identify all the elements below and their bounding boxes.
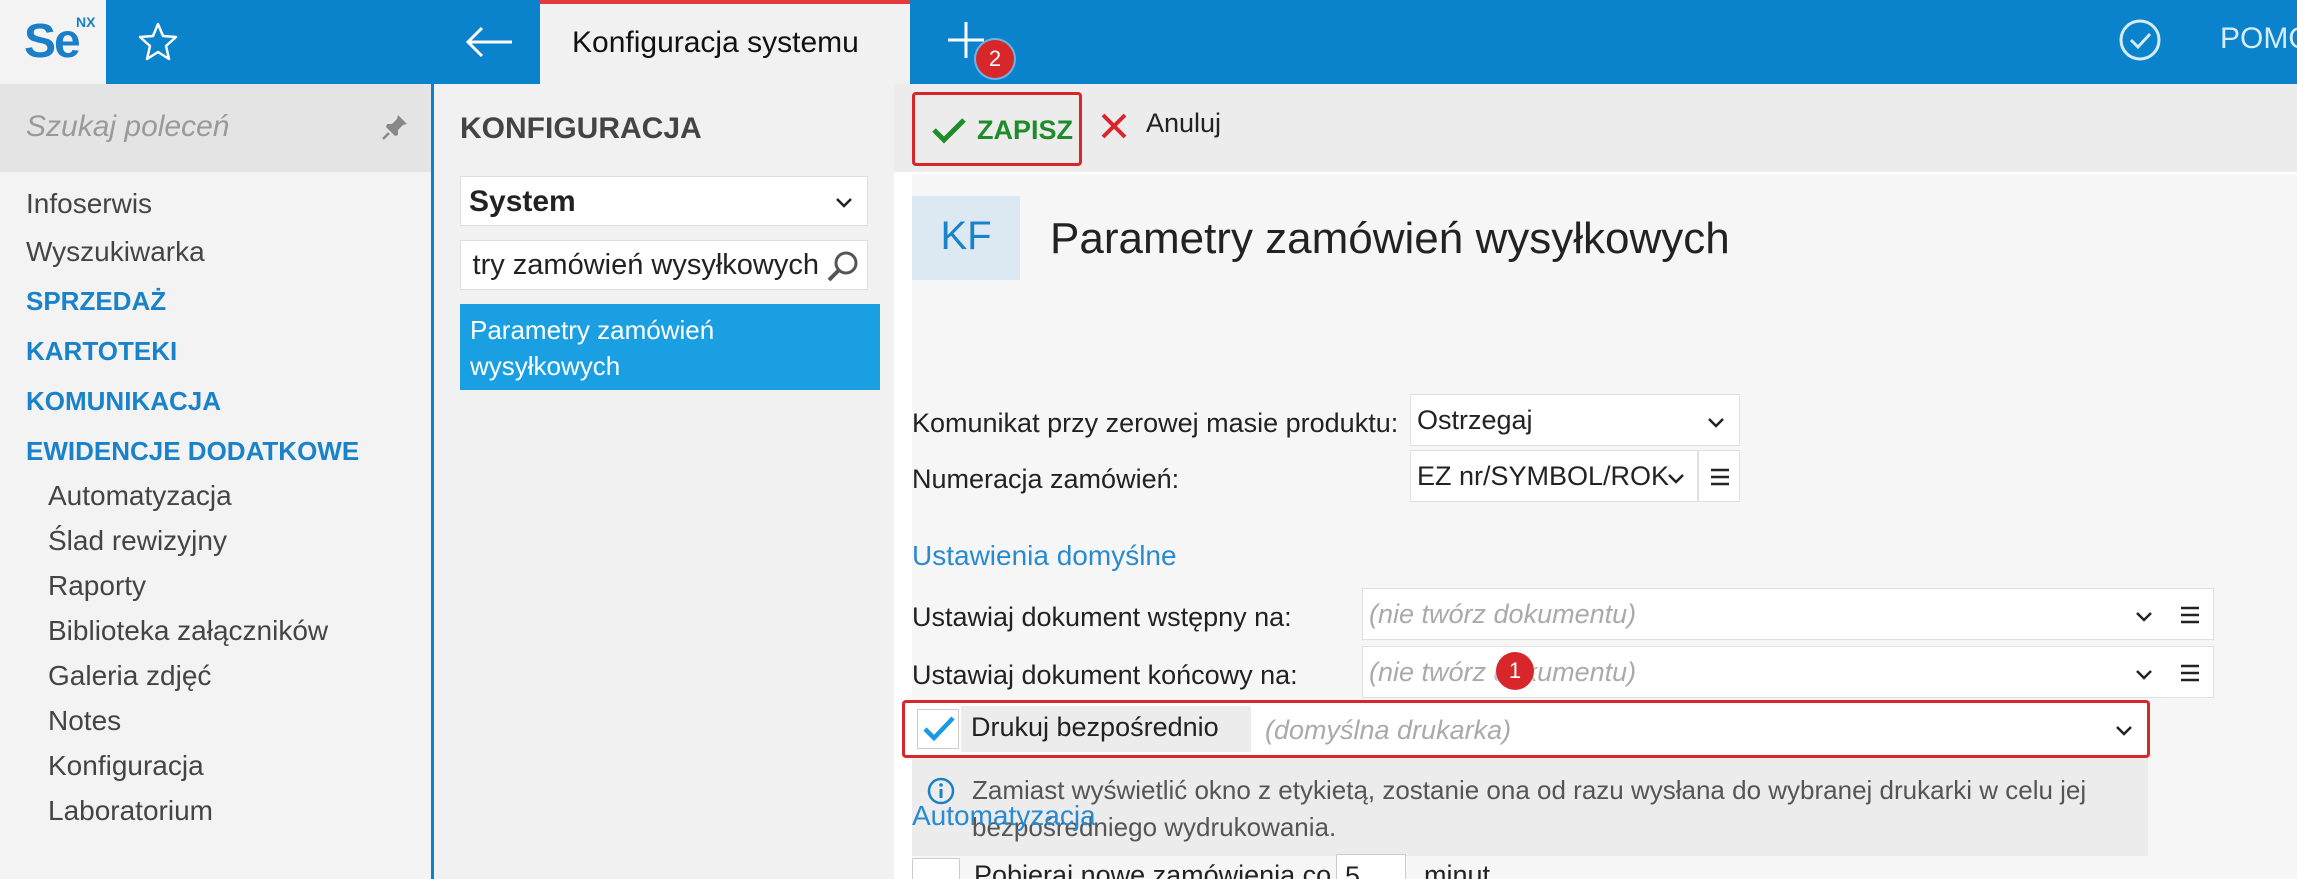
menu-icon — [1711, 468, 1729, 486]
numbering-select[interactable]: EZ nr/SYMBOL/ROK — [1410, 450, 1698, 502]
action-toolbar: ZAPISZ Anuluj — [894, 84, 2297, 172]
print-direct-label-box: Drukuj bezpośrednio — [961, 706, 1251, 752]
chevron-down-icon — [2136, 612, 2152, 622]
logo-text: Se — [24, 15, 81, 68]
chevron-down-icon — [2136, 670, 2152, 680]
config-filter-input[interactable]: try zamówień wysyłkowych — [460, 240, 868, 290]
back-arrow-icon[interactable] — [460, 18, 518, 66]
config-list-item-label: Parametry zamówień wysyłkowych — [470, 315, 715, 381]
sidebar-section-ewidencje-dodatkowe[interactable]: EWIDENCJE DODATKOWE — [26, 436, 359, 467]
initial-doc-select[interactable]: (nie twórz dokumentu) — [1362, 588, 2214, 640]
sidebar-section-komunikacja[interactable]: KOMUNIKACJA — [26, 386, 221, 417]
zero-mass-value: Ostrzegaj — [1417, 405, 1533, 435]
printer-select-placeholder[interactable]: (domyślna drukarka) — [1265, 715, 1511, 746]
fetch-orders-checkbox[interactable] — [912, 858, 960, 879]
zero-mass-label: Komunikat przy zerowej masie produktu: — [912, 408, 1399, 438]
config-panel: KONFIGURACJA System try zamówień wysyłko… — [434, 84, 894, 879]
sidebar-item-infoserwis[interactable]: Infoserwis — [26, 188, 152, 220]
category-select[interactable]: System — [460, 176, 868, 226]
chevron-down-icon — [1668, 474, 1684, 484]
numbering-menu-button[interactable] — [1698, 450, 1740, 502]
save-button-label: ZAPISZ — [977, 115, 1074, 145]
initial-doc-placeholder: (nie twórz dokumentu) — [1369, 599, 1637, 629]
config-panel-title: KONFIGURACJA — [460, 112, 702, 145]
step-badge-2: 2 — [976, 40, 1014, 78]
check-icon — [932, 118, 966, 144]
sidebar-item-notes[interactable]: Notes — [48, 705, 121, 737]
initial-doc-label: Ustawiaj dokument wstępny na: — [912, 602, 1292, 632]
command-search[interactable]: Szukaj poleceń — [0, 84, 431, 172]
config-list-item-selected[interactable]: Parametry zamówień wysyłkowych — [460, 304, 880, 390]
chevron-down-icon[interactable] — [2113, 719, 2135, 741]
fetch-orders-row: Pobieraj nowe zamówienia co 5 minut — [912, 848, 1812, 879]
page-title: Parametry zamówień wysyłkowych — [1050, 214, 1730, 263]
pin-icon[interactable] — [380, 112, 410, 142]
automation-section-heading: Automatyzacja — [912, 800, 1096, 831]
print-direct-label: Drukuj bezpośrednio — [971, 712, 1219, 742]
defaults-section-heading: Ustawienia domyślne — [912, 540, 1177, 571]
command-search-placeholder: Szukaj poleceń — [26, 110, 230, 143]
module-badge: KF — [912, 196, 1020, 280]
main-content: ZAPISZ Anuluj KF Parametry zamówień wysy… — [894, 84, 2297, 879]
fetch-orders-label: Pobieraj nowe zamówienia co — [974, 860, 1332, 879]
final-doc-select[interactable]: (nie twórz dokumentu) — [1362, 646, 2214, 698]
fetch-interval-value: 5 — [1345, 861, 1361, 879]
save-button[interactable]: ZAPISZ — [912, 92, 1082, 166]
sidebar-section-kartoteki[interactable]: KARTOTEKI — [26, 336, 177, 367]
top-bar: Se NX Konfiguracja systemu 2 POMOC — [0, 0, 2297, 84]
sidebar-item-raporty[interactable]: Raporty — [48, 570, 146, 602]
numbering-value: EZ nr/SYMBOL/ROK — [1417, 461, 1670, 491]
sidebar-item-konfiguracja[interactable]: Konfiguracja — [48, 750, 204, 782]
config-filter-value: try zamówień wysyłkowych — [472, 249, 819, 281]
category-select-value: System — [469, 185, 576, 218]
sidebar: Szukaj poleceń Infoserwis Wyszukiwarka S… — [0, 84, 434, 879]
tab-label: Konfiguracja systemu — [572, 26, 859, 59]
module-badge-text: KF — [940, 214, 992, 258]
cancel-button-label: Anuluj — [1146, 108, 1222, 138]
menu-icon[interactable] — [2179, 663, 2201, 683]
check-circle-icon[interactable] — [2118, 18, 2162, 62]
sidebar-item-slad-rewizyjny[interactable]: Ślad rewizyjny — [48, 525, 227, 557]
logo-superscript: NX — [76, 14, 96, 30]
info-text: Zamiast wyświetlić okno z etykietą, zost… — [972, 775, 2087, 842]
close-icon — [1101, 113, 1127, 139]
cancel-button[interactable]: Anuluj — [1094, 98, 1234, 158]
sidebar-item-automatyzacja[interactable]: Automatyzacja — [48, 480, 232, 512]
sidebar-section-sprzedaz[interactable]: SPRZEDAŻ — [26, 286, 166, 317]
fetch-interval-stepper[interactable]: 5 — [1336, 854, 1406, 879]
chevron-down-icon — [1708, 418, 1724, 428]
settings-form: Komunikat przy zerowej masie produktu: O… — [902, 294, 2297, 879]
help-link[interactable]: POMOC — [2220, 22, 2297, 56]
step-badge-1: 1 — [1496, 652, 1534, 690]
info-box: Zamiast wyświetlić okno z etykietą, zost… — [912, 758, 2148, 856]
star-icon[interactable] — [136, 20, 180, 64]
print-direct-checkbox[interactable] — [917, 709, 959, 749]
numbering-label: Numeracja zamówień: — [912, 464, 1180, 494]
zero-mass-select[interactable]: Ostrzegaj — [1410, 394, 1740, 446]
tab-konfiguracja-systemu[interactable]: Konfiguracja systemu — [540, 0, 910, 84]
print-direct-row[interactable]: Drukuj bezpośrednio (domyślna drukarka) — [902, 700, 2150, 758]
checkmark-icon — [923, 716, 955, 742]
search-icon[interactable] — [825, 249, 861, 285]
sidebar-item-galeria-zdjec[interactable]: Galeria zdjęć — [48, 660, 211, 692]
sidebar-item-laboratorium[interactable]: Laboratorium — [48, 795, 213, 827]
final-doc-label: Ustawiaj dokument końcowy na: — [912, 660, 1298, 690]
sidebar-item-biblioteka-zalacznikow[interactable]: Biblioteka załączników — [48, 615, 328, 647]
chevron-down-icon — [836, 198, 852, 208]
sidebar-item-wyszukiwarka[interactable]: Wyszukiwarka — [26, 236, 205, 268]
menu-icon[interactable] — [2179, 605, 2201, 625]
app-logo[interactable]: Se NX — [0, 0, 106, 84]
fetch-interval-unit: minut — [1424, 860, 1491, 879]
